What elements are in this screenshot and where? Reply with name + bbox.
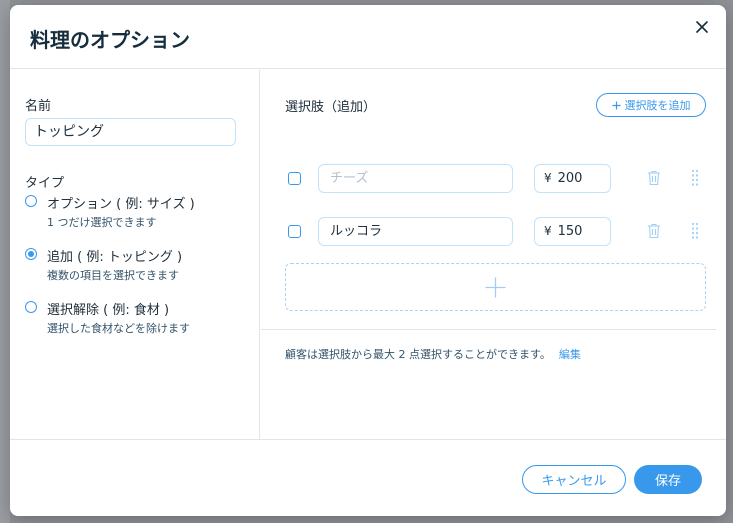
note-text: 顧客は選択肢から最大 2 点選択することができます。 — [285, 348, 551, 361]
choice-name-input[interactable]: ルッコラ — [318, 217, 513, 246]
type-option-desc: 選択した食材などを除けます — [47, 322, 190, 335]
radio-button[interactable] — [25, 301, 37, 313]
options-dialog: 料理のオプション 名前 トッピング タイプ オプション ( 例: サイズ ) 1… — [10, 5, 726, 516]
divider — [261, 329, 716, 330]
dialog-footer: キャンセル 保存 — [10, 439, 726, 516]
add-choice-button[interactable]: 選択肢を追加 — [596, 93, 706, 117]
name-label: 名前 — [25, 99, 52, 114]
save-button[interactable]: 保存 — [634, 465, 702, 494]
price-value: 150 — [557, 224, 583, 239]
edit-link[interactable]: 編集 — [559, 348, 581, 361]
type-option-desc: 複数の項目を選択できます — [47, 269, 179, 282]
choice-row: チーズ ¥200 — [261, 164, 726, 194]
choice-price-input[interactable]: ¥200 — [534, 164, 611, 193]
choice-name-input[interactable]: チーズ — [318, 164, 513, 193]
drag-handle-icon[interactable] — [690, 169, 700, 187]
selection-limit-note: 顧客は選択肢から最大 2 点選択することができます。 編集 — [285, 346, 581, 362]
trash-icon[interactable] — [647, 223, 661, 239]
close-button[interactable] — [692, 17, 712, 37]
close-icon — [696, 21, 708, 33]
background-page-edge — [0, 0, 10, 523]
choice-row: ルッコラ ¥150 — [261, 217, 726, 247]
currency-symbol: ¥ — [544, 224, 552, 238]
choice-checkbox[interactable] — [288, 225, 301, 238]
type-label: タイプ — [25, 176, 65, 191]
right-panel: 選択肢（追加） 選択肢を追加 チーズ ¥200 ルッコラ ¥ 150 顧客は選択… — [261, 70, 726, 439]
choices-section-label: 選択肢（追加） — [285, 100, 377, 115]
radio-button-selected[interactable] — [25, 248, 37, 260]
add-choice-label: 選択肢を追加 — [624, 99, 691, 112]
type-option-title: 選択解除 ( 例: 食材 ) — [47, 303, 170, 318]
add-choice-row-button[interactable] — [285, 263, 706, 311]
dialog-title: 料理のオプション — [30, 28, 190, 52]
type-option-title: オプション ( 例: サイズ ) — [47, 197, 195, 212]
drag-handle-icon[interactable] — [690, 222, 700, 240]
type-option-title: 追加 ( 例: トッピング ) — [47, 250, 183, 265]
name-input[interactable]: トッピング — [25, 118, 236, 146]
choice-price-input[interactable]: ¥150 — [534, 217, 611, 246]
plus-icon — [485, 277, 506, 297]
radio-button[interactable] — [25, 195, 37, 207]
type-option-desc: 1 つだけ選択できます — [47, 216, 157, 229]
left-panel: 名前 トッピング タイプ オプション ( 例: サイズ ) 1 つだけ選択できま… — [10, 70, 260, 439]
plus-icon — [612, 101, 620, 109]
choice-checkbox[interactable] — [288, 172, 301, 185]
price-value: 200 — [557, 171, 583, 186]
trash-icon[interactable] — [647, 170, 661, 186]
cancel-button[interactable]: キャンセル — [522, 465, 626, 494]
dialog-header: 料理のオプション — [10, 5, 726, 69]
currency-symbol: ¥ — [544, 171, 552, 185]
